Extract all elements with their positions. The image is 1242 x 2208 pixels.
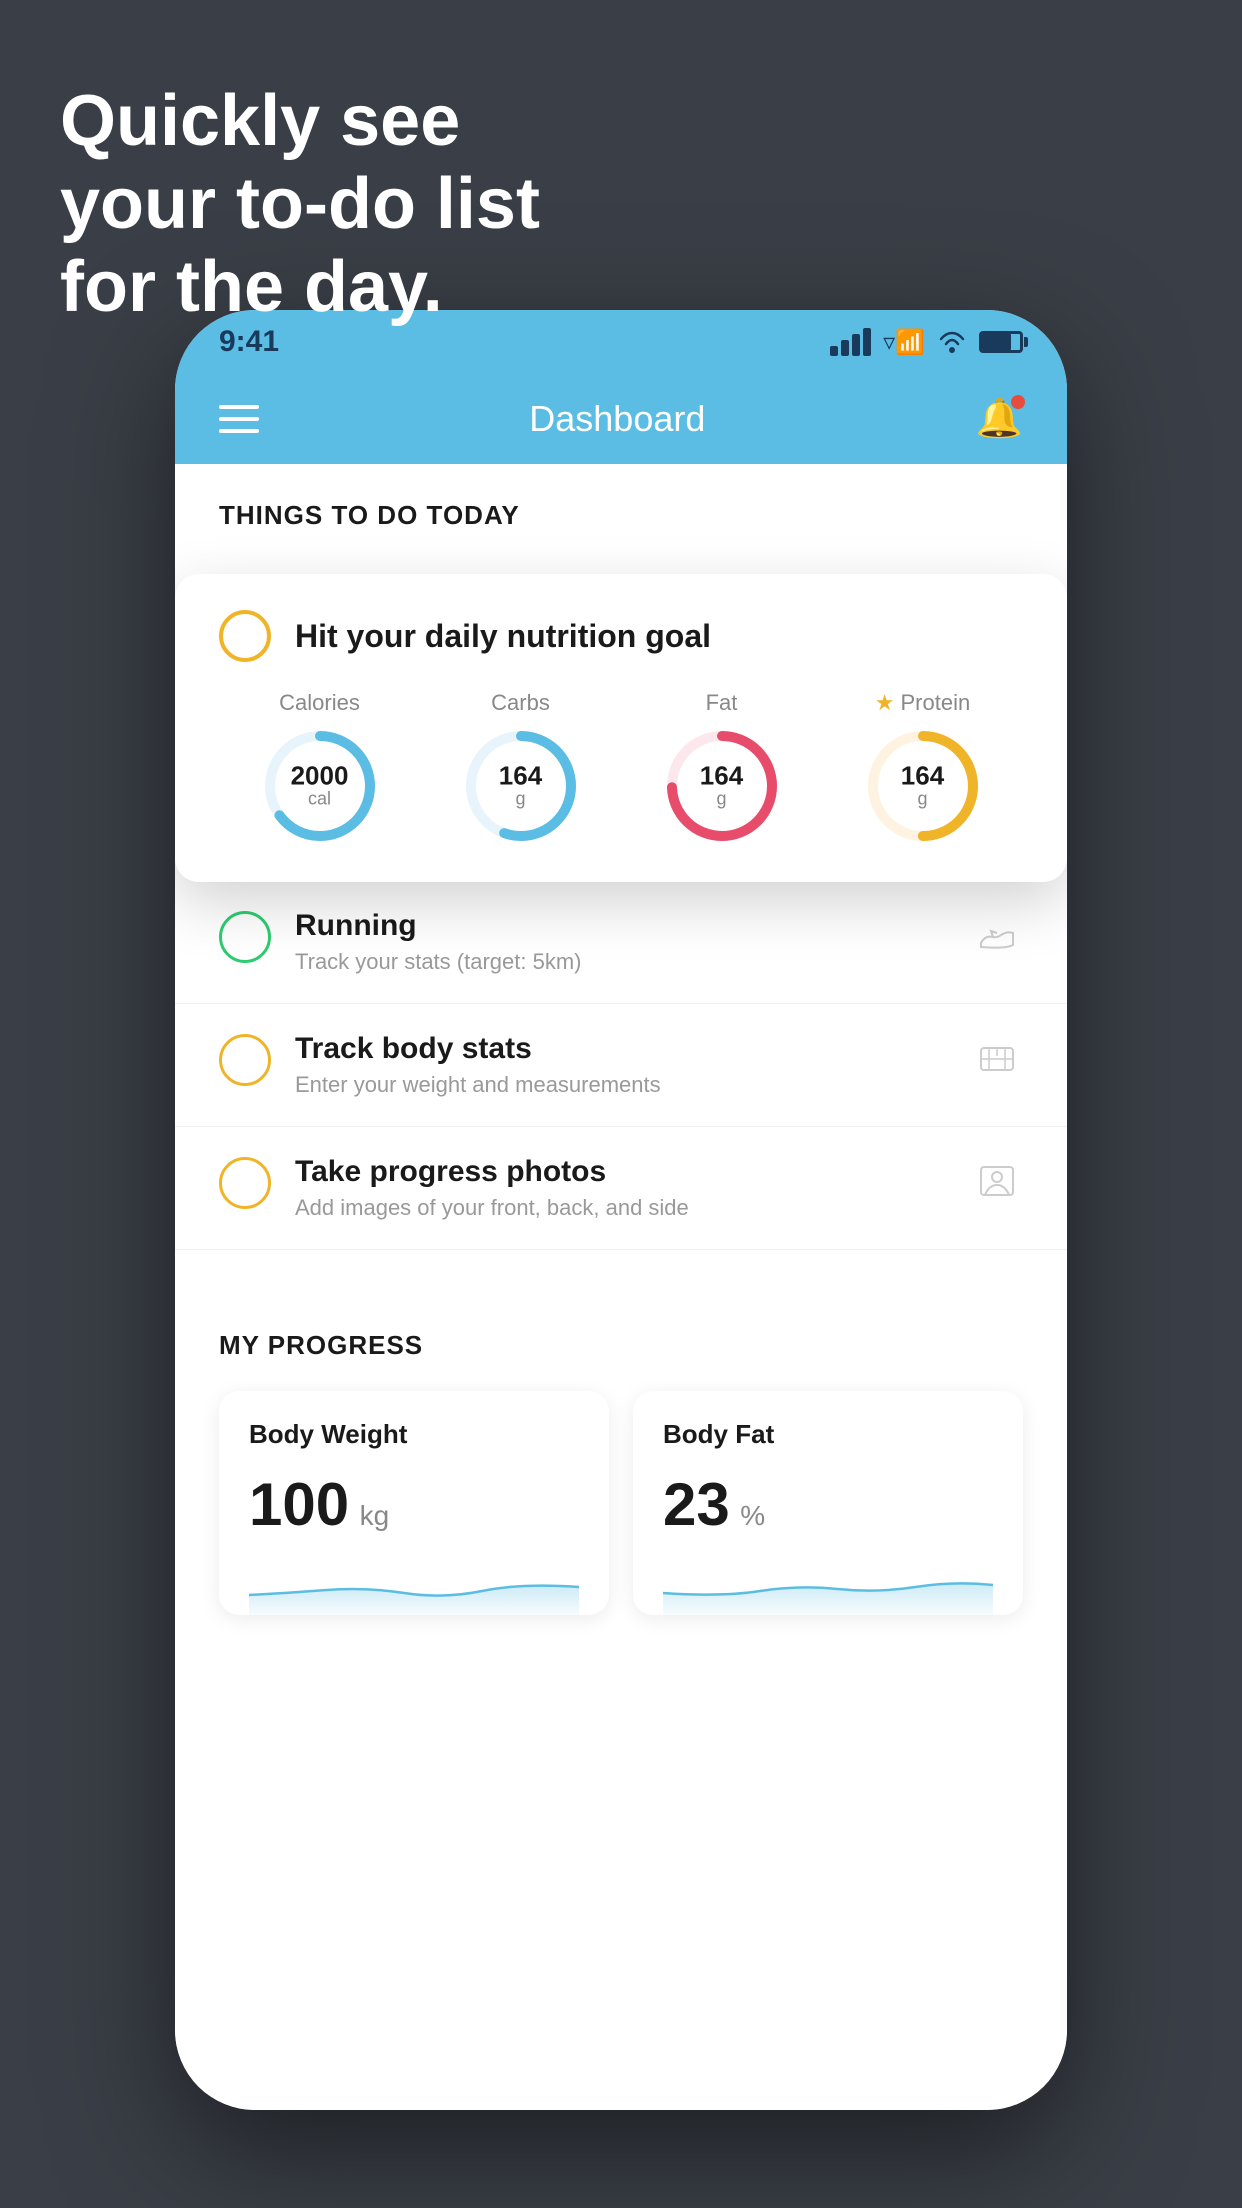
nutrition-fat: Fat 164 g — [662, 690, 782, 846]
carbs-label: Carbs — [491, 690, 550, 716]
hero-line1: Quickly see — [60, 80, 540, 163]
nutrition-grid: Calories 2000 cal Carbs — [219, 690, 1023, 846]
person-photo-icon — [971, 1155, 1023, 1207]
hero-line2: your to-do list — [60, 163, 540, 246]
running-check-circle[interactable] — [219, 911, 271, 963]
body-fat-card[interactable]: Body Fat 23 % — [633, 1391, 1023, 1615]
hero-line3: for the day. — [60, 246, 540, 329]
running-title: Running — [295, 909, 947, 943]
notification-badge — [1011, 395, 1025, 409]
protein-ring: 164 g — [863, 726, 983, 846]
progress-cards-container: Body Weight 100 kg — [219, 1391, 1023, 1615]
nutrition-card: Hit your daily nutrition goal Calories 2… — [175, 574, 1067, 882]
nutrition-card-header: Hit your daily nutrition goal — [219, 610, 1023, 662]
fat-label: Fat — [706, 690, 738, 716]
battery-icon — [979, 331, 1023, 353]
photos-title: Take progress photos — [295, 1155, 947, 1189]
body-weight-value: 100 — [249, 1470, 349, 1539]
phone-frame: 9:41 ▿📶 — [175, 310, 1067, 2110]
nutrition-check-circle[interactable] — [219, 610, 271, 662]
body-fat-title: Body Fat — [663, 1419, 993, 1450]
calories-label: Calories — [279, 690, 360, 716]
status-icons: ▿📶 — [830, 328, 1023, 357]
running-subtitle: Track your stats (target: 5km) — [295, 949, 947, 975]
photos-check-circle[interactable] — [219, 1157, 271, 1209]
progress-header: MY PROGRESS — [219, 1330, 1023, 1361]
signal-bars-icon — [830, 328, 871, 356]
nutrition-protein: ★ Protein 164 g — [863, 690, 983, 846]
protein-label: ★ Protein — [875, 690, 970, 716]
progress-section: MY PROGRESS Body Weight 100 kg — [175, 1290, 1067, 1615]
hamburger-menu-button[interactable] — [219, 405, 259, 433]
hero-text: Quickly see your to-do list for the day. — [60, 80, 540, 328]
body-stats-check-circle[interactable] — [219, 1034, 271, 1086]
todo-item-running[interactable]: Running Track your stats (target: 5km) — [175, 881, 1067, 1004]
nutrition-card-title: Hit your daily nutrition goal — [295, 618, 711, 655]
notifications-button[interactable]: 🔔 — [976, 397, 1023, 441]
scale-icon — [971, 1032, 1023, 1084]
running-shoe-icon — [971, 909, 1023, 961]
body-fat-chart — [663, 1555, 993, 1615]
photos-subtitle: Add images of your front, back, and side — [295, 1195, 947, 1221]
running-content: Running Track your stats (target: 5km) — [295, 909, 947, 975]
protein-star-icon: ★ — [875, 690, 895, 716]
body-fat-unit: % — [740, 1500, 765, 1531]
status-time: 9:41 — [219, 325, 279, 359]
todo-list: Running Track your stats (target: 5km) T… — [175, 881, 1067, 1250]
body-stats-title: Track body stats — [295, 1032, 947, 1066]
body-weight-title: Body Weight — [249, 1419, 579, 1450]
nav-bar: Dashboard 🔔 — [175, 374, 1067, 464]
photos-content: Take progress photos Add images of your … — [295, 1155, 947, 1221]
body-stats-content: Track body stats Enter your weight and m… — [295, 1032, 947, 1098]
wifi-icon — [937, 331, 967, 353]
todo-item-photos[interactable]: Take progress photos Add images of your … — [175, 1127, 1067, 1250]
phone-content: THINGS TO DO TODAY Hit your daily nutrit… — [175, 464, 1067, 2110]
nutrition-carbs: Carbs 164 g — [461, 690, 581, 846]
body-stats-subtitle: Enter your weight and measurements — [295, 1072, 947, 1098]
body-weight-chart — [249, 1555, 579, 1615]
things-to-do-header: THINGS TO DO TODAY — [175, 464, 1067, 551]
wifi-icon: ▿📶 — [883, 328, 925, 357]
nutrition-calories: Calories 2000 cal — [260, 690, 380, 846]
todo-item-body-stats[interactable]: Track body stats Enter your weight and m… — [175, 1004, 1067, 1127]
carbs-ring: 164 g — [461, 726, 581, 846]
body-weight-unit: kg — [360, 1500, 390, 1531]
body-fat-value: 23 — [663, 1470, 730, 1539]
body-weight-card[interactable]: Body Weight 100 kg — [219, 1391, 609, 1615]
nav-title: Dashboard — [529, 398, 705, 440]
fat-ring: 164 g — [662, 726, 782, 846]
calories-ring: 2000 cal — [260, 726, 380, 846]
